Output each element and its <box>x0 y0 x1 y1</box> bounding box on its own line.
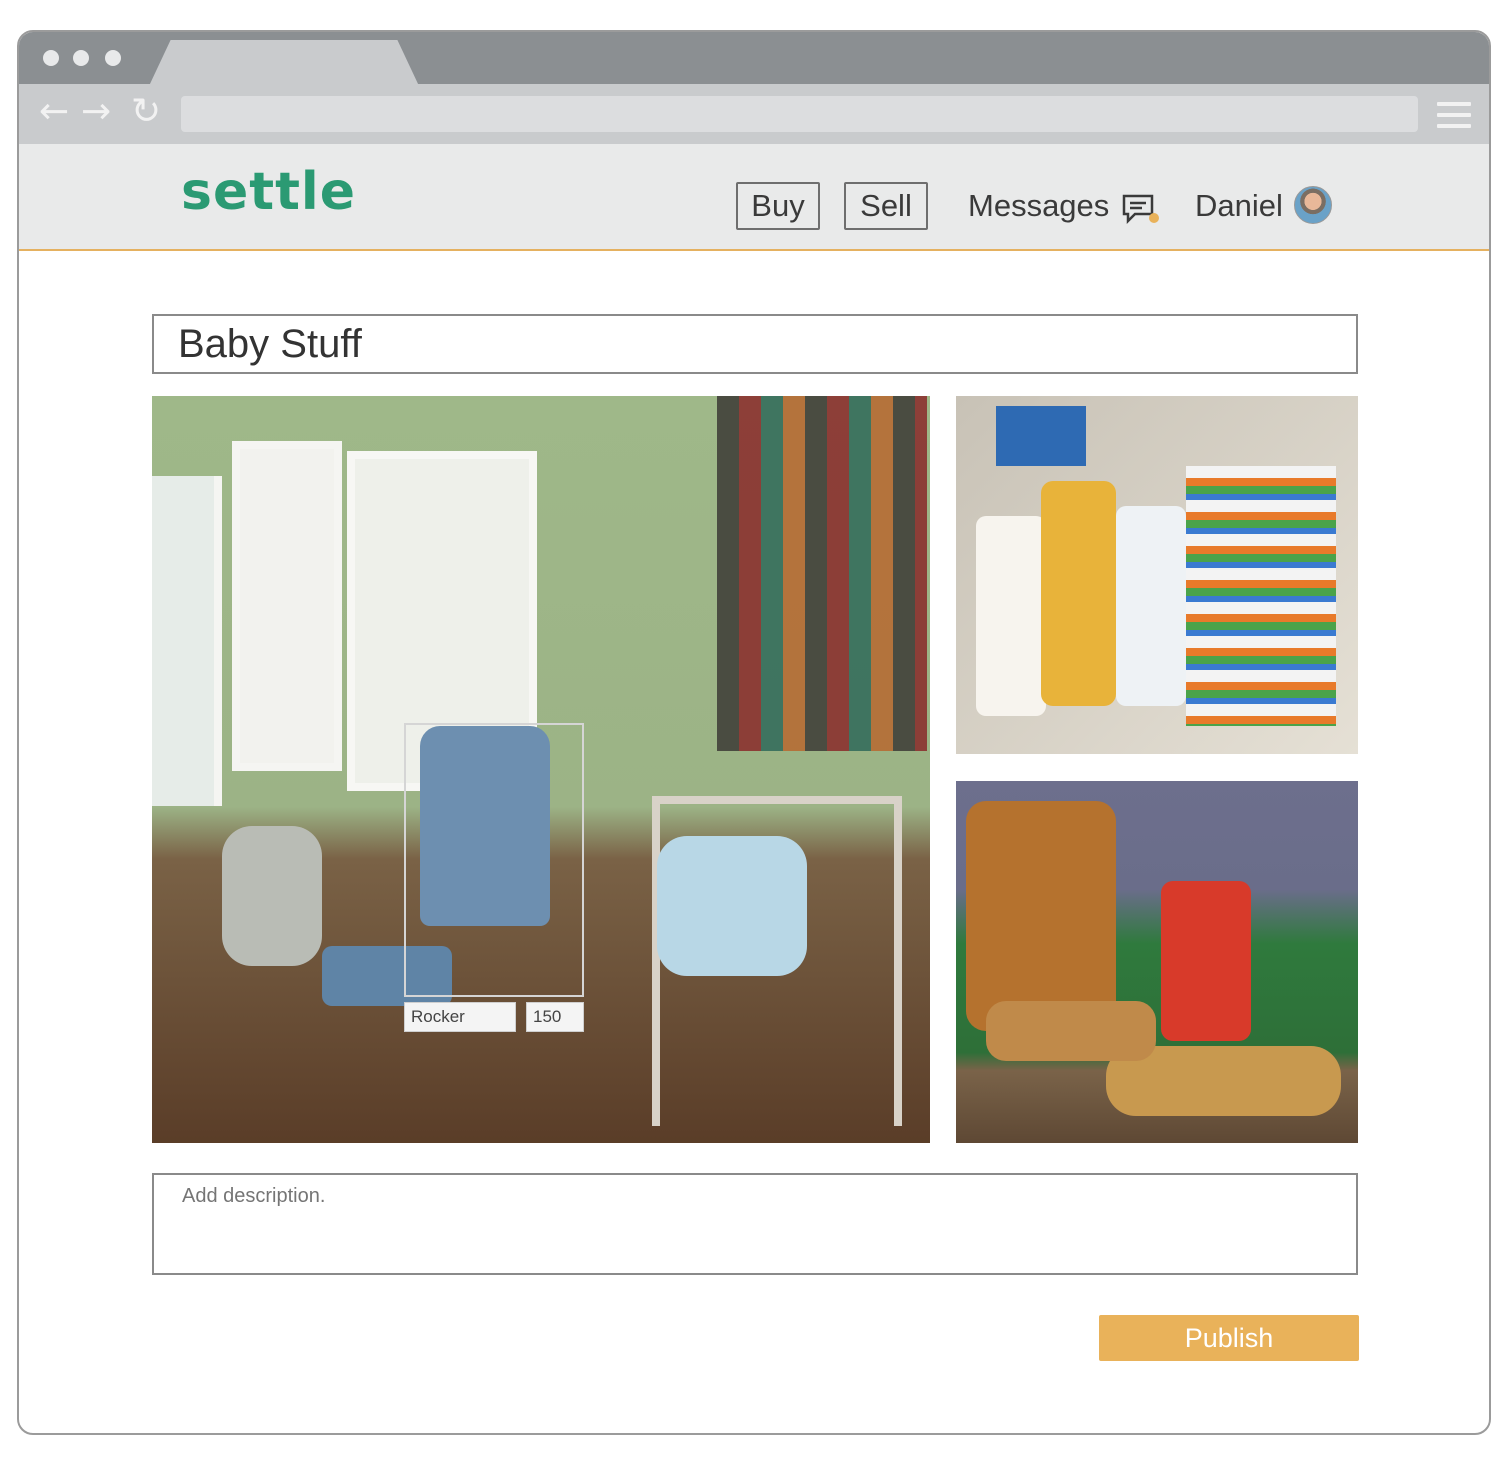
back-arrow-icon[interactable]: ← <box>39 92 69 132</box>
browser-tab-bar <box>19 32 1489 86</box>
app-header: settle Buy Sell Messages Daniel <box>19 144 1489 251</box>
item-tag-price[interactable]: 150 <box>526 1002 584 1032</box>
avatar[interactable] <box>1294 186 1332 224</box>
rocker-chairs-photo[interactable] <box>956 781 1358 1143</box>
messages-nav-link[interactable]: Messages <box>968 188 1109 224</box>
browser-toolbar: ← → ↻ <box>19 84 1489 144</box>
listing-title-input[interactable] <box>152 314 1358 374</box>
address-bar[interactable] <box>181 96 1418 132</box>
menu-icon[interactable] <box>1437 102 1471 128</box>
window-close-dot[interactable] <box>43 50 59 66</box>
browser-window: ← → ↻ settle Buy Sell Messages Daniel Ro… <box>17 30 1491 1435</box>
publish-button[interactable]: Publish <box>1099 1315 1359 1361</box>
item-tag-name[interactable]: Rocker <box>404 1002 516 1032</box>
window-minimize-dot[interactable] <box>73 50 89 66</box>
window-maximize-dot[interactable] <box>105 50 121 66</box>
user-name-link[interactable]: Daniel <box>1195 188 1283 224</box>
toiletries-photo[interactable] <box>956 396 1358 754</box>
reload-icon[interactable]: ↻ <box>131 92 161 132</box>
browser-tab[interactable] <box>149 40 419 86</box>
item-tag-box[interactable] <box>404 723 584 997</box>
message-bubble-icon[interactable] <box>1121 192 1161 228</box>
buy-nav-button[interactable]: Buy <box>736 182 820 230</box>
settle-logo[interactable]: settle <box>181 162 356 222</box>
description-textarea[interactable] <box>152 1173 1358 1275</box>
sell-nav-button[interactable]: Sell <box>844 182 928 230</box>
forward-arrow-icon[interactable]: → <box>81 92 111 132</box>
